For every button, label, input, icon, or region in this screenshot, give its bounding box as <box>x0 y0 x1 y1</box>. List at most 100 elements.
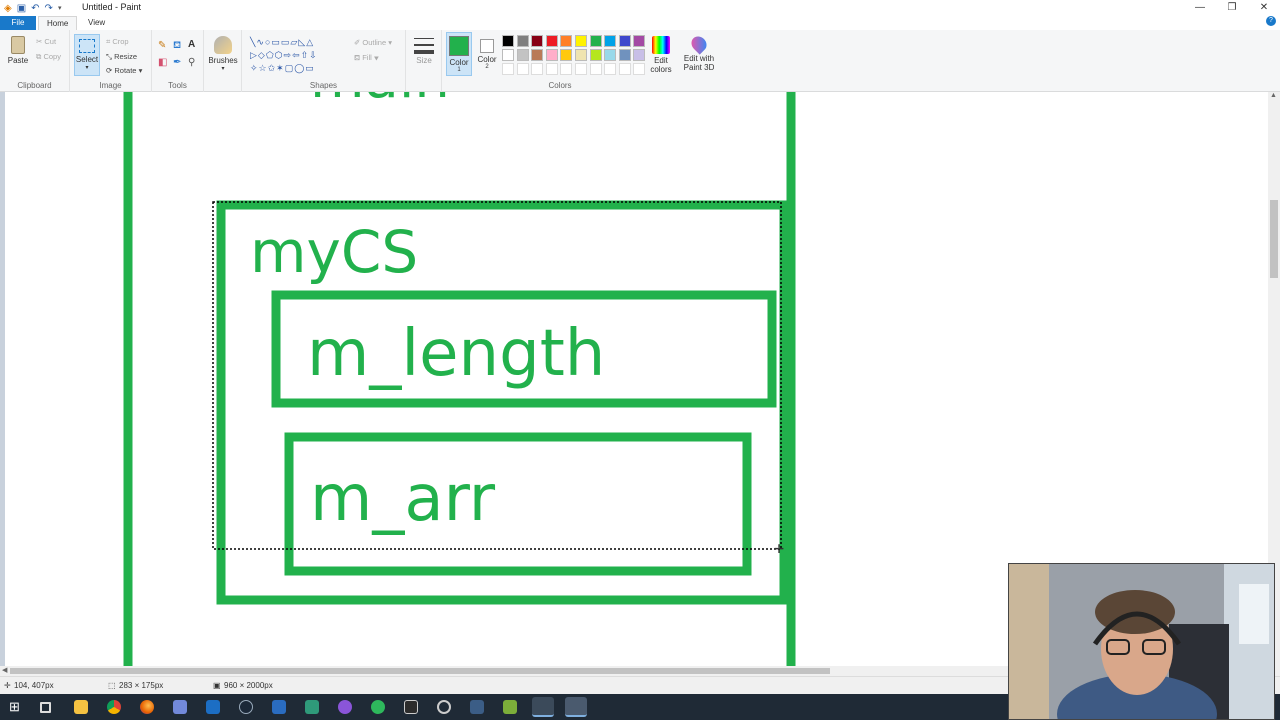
tab-file[interactable]: File <box>0 16 36 30</box>
fill-icon[interactable]: ⛾ <box>173 40 181 53</box>
text-icon[interactable]: A <box>188 39 195 50</box>
color2-label: Color <box>477 55 497 64</box>
brushes-button[interactable]: Brushes ▾ <box>208 36 238 72</box>
palette-swatch[interactable] <box>502 49 514 61</box>
clock-app-icon[interactable] <box>437 700 451 714</box>
paste-label: Paste <box>7 56 29 65</box>
magnifier-icon[interactable]: ⚲ <box>188 57 195 68</box>
shapes-group: ╲∿○▭▭▱◺△ ▷◇⬠⬡⇨⇦⇧⇩ ✧☆✩✶▢◯▭ ✐ Outline ▾ ⛾ … <box>242 30 406 92</box>
select-dropdown-icon[interactable]: ▾ <box>75 64 99 71</box>
android-icon[interactable] <box>470 700 484 714</box>
crop-button[interactable]: ⌗ Crop <box>106 37 129 47</box>
selection-cursor-icon: ✛ <box>774 542 784 556</box>
palette-swatch[interactable] <box>589 35 602 47</box>
task-view-icon[interactable] <box>40 702 51 713</box>
color1-button[interactable]: Color 1 <box>446 32 472 76</box>
color2-button[interactable]: Color 2 <box>475 32 499 76</box>
redo-icon[interactable]: ↷ <box>45 3 53 14</box>
notepad-icon[interactable] <box>404 700 418 714</box>
git-icon[interactable] <box>272 700 286 714</box>
customize-dropdown-icon[interactable]: ▾ <box>58 4 62 12</box>
horizontal-scroll-thumb[interactable] <box>10 668 830 674</box>
cut-button[interactable]: ✂ Cut <box>36 37 56 46</box>
scroll-up-icon[interactable]: ▲ <box>1270 92 1277 99</box>
custom-color-swatch[interactable] <box>502 63 514 75</box>
steam-icon[interactable] <box>239 700 253 714</box>
edit-paint3d-label: Edit with Paint 3D <box>683 54 715 72</box>
palette-swatch[interactable] <box>560 35 573 47</box>
firefox-icon[interactable] <box>140 700 154 714</box>
minimize-button[interactable]: — <box>1184 0 1216 16</box>
palette-swatch[interactable] <box>618 35 631 47</box>
custom-color-swatch[interactable] <box>516 63 529 75</box>
shapes-group-label: Shapes <box>309 81 338 90</box>
palette-swatch[interactable] <box>545 49 558 61</box>
palette-swatch[interactable] <box>502 35 514 47</box>
select-button[interactable]: Select ▾ <box>74 34 100 76</box>
shapes-gallery[interactable]: ╲∿○▭▭▱◺△ ▷◇⬠⬡⇨⇦⇧⇩ ✧☆✩✶▢◯▭ <box>250 36 348 76</box>
palette-swatch[interactable] <box>516 49 529 61</box>
outline-button[interactable]: ✐ Outline ▾ <box>354 38 392 47</box>
copy-button[interactable]: ⧉ Copy <box>36 52 61 62</box>
palette-swatch[interactable] <box>516 35 529 47</box>
windows-icon[interactable]: ⊞ <box>9 700 23 714</box>
size-button[interactable]: Size <box>410 38 438 65</box>
tab-home[interactable]: Home <box>38 16 78 30</box>
tab-view[interactable]: View <box>80 16 113 30</box>
rotate-button[interactable]: ⟳ Rotate ▾ <box>106 66 142 75</box>
palette-swatch[interactable] <box>531 49 544 61</box>
file-explorer-icon[interactable] <box>74 700 88 714</box>
close-button[interactable]: ✕ <box>1248 0 1280 16</box>
webcam-overlay <box>1008 563 1275 720</box>
eraser-icon[interactable]: ◧ <box>158 57 167 68</box>
custom-color-swatch[interactable] <box>604 63 617 75</box>
custom-color-swatch[interactable] <box>633 63 646 75</box>
spotify-icon[interactable] <box>371 700 385 714</box>
text-editor-icon[interactable] <box>503 700 517 714</box>
paint-icon[interactable] <box>532 697 554 717</box>
scroll-left-icon[interactable]: ◀ <box>2 666 7 674</box>
custom-color-swatch[interactable] <box>545 63 558 75</box>
brushes-dropdown-icon[interactable]: ▾ <box>208 65 238 72</box>
palette-swatch[interactable] <box>575 35 587 47</box>
custom-color-swatch[interactable] <box>531 63 544 75</box>
palette-swatch[interactable] <box>633 49 646 61</box>
palette-swatch[interactable] <box>560 49 573 61</box>
custom-color-swatch[interactable] <box>560 63 573 75</box>
custom-color-swatch[interactable] <box>589 63 602 75</box>
restore-button[interactable]: ❐ <box>1216 0 1248 16</box>
palette-swatch[interactable] <box>604 35 617 47</box>
help-icon[interactable]: ? <box>1266 16 1276 26</box>
visual-studio-icon[interactable] <box>206 700 220 714</box>
edit-colors-button[interactable]: Edit colors <box>648 36 674 74</box>
palette-swatch[interactable] <box>589 49 602 61</box>
app-icon[interactable] <box>305 700 319 714</box>
selection-size-icon: ⬚ <box>108 681 116 690</box>
brush-icon <box>214 36 232 54</box>
vertical-scroll-thumb[interactable] <box>1270 200 1278 278</box>
paint-active-icon[interactable] <box>565 697 587 717</box>
webcam-person <box>1009 564 1274 719</box>
pencil-icon[interactable]: ✎ <box>158 40 166 51</box>
color-picker-icon[interactable]: ✒ <box>173 57 181 68</box>
edit-paint3d-button[interactable]: Edit with Paint 3D <box>680 33 718 72</box>
resize-button[interactable]: ⤡ Resize <box>106 52 137 62</box>
undo-icon[interactable]: ↶ <box>31 3 39 14</box>
palette-swatch[interactable] <box>604 49 617 61</box>
fill-button[interactable]: ⛾ Fill ▾ <box>354 53 379 63</box>
custom-color-swatch[interactable] <box>618 63 631 75</box>
palette-swatch[interactable] <box>618 49 631 61</box>
crop-label: Crop <box>112 37 129 46</box>
colors-group-label: Colors <box>548 81 572 90</box>
palette-swatch[interactable] <box>531 35 544 47</box>
palette-swatch[interactable] <box>575 49 587 61</box>
discord-icon[interactable] <box>173 700 187 714</box>
custom-color-swatch[interactable] <box>575 63 587 75</box>
save-icon[interactable]: ▣ <box>17 3 26 14</box>
palette-swatch[interactable] <box>545 35 558 47</box>
chrome-icon[interactable] <box>107 700 121 714</box>
selection-size: 283 × 175px <box>119 681 164 690</box>
paste-button[interactable]: Paste <box>6 36 30 65</box>
palette-swatch[interactable] <box>633 35 646 47</box>
obs-icon[interactable] <box>338 700 352 714</box>
